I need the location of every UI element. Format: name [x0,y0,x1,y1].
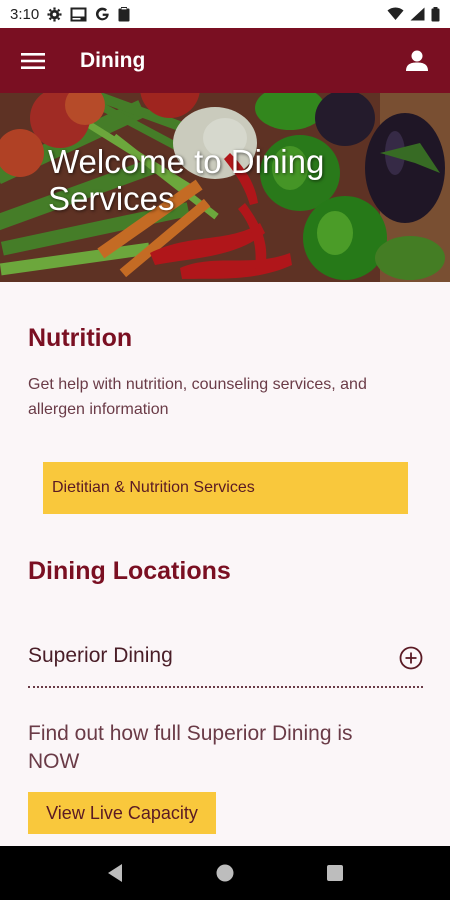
wifi-icon [387,7,404,21]
hero-title: Welcome to Dining Services [48,143,325,217]
signal-icon [410,7,425,21]
account-icon[interactable] [400,44,434,78]
status-time: 3:10 [10,5,40,23]
app-bar: Dining [0,28,450,93]
battery-icon [431,6,440,22]
capacity-description: Find out how full Superior Dining is NOW [28,722,353,773]
recents-icon[interactable] [315,853,355,893]
hamburger-menu-icon[interactable] [16,44,50,78]
app-bar-title: Dining [80,48,146,72]
system-nav-bar [0,846,450,900]
status-bar: 3:10 [0,0,450,28]
gear-icon [47,6,62,22]
home-icon[interactable] [205,853,245,893]
plus-circle-icon[interactable] [399,646,423,675]
view-live-capacity-button[interactable]: View Live Capacity [28,792,216,834]
dining-locations-heading: Dining Locations [28,557,231,585]
google-icon [95,7,110,22]
main-content: Nutrition Get help with nutrition, couns… [0,282,450,846]
clipboard-icon [118,6,130,22]
nutrition-heading: Nutrition [28,324,133,352]
image-icon [70,7,87,22]
location-name: Superior Dining [28,644,173,667]
dietitian-nutrition-services-button[interactable]: Dietitian & Nutrition Services [43,462,408,514]
location-item-superior-dining[interactable]: Superior Dining [28,630,423,688]
back-icon[interactable] [95,853,135,893]
hero-banner: Welcome to Dining Services [0,93,450,282]
nutrition-description: Get help with nutrition, counseling serv… [28,376,367,418]
